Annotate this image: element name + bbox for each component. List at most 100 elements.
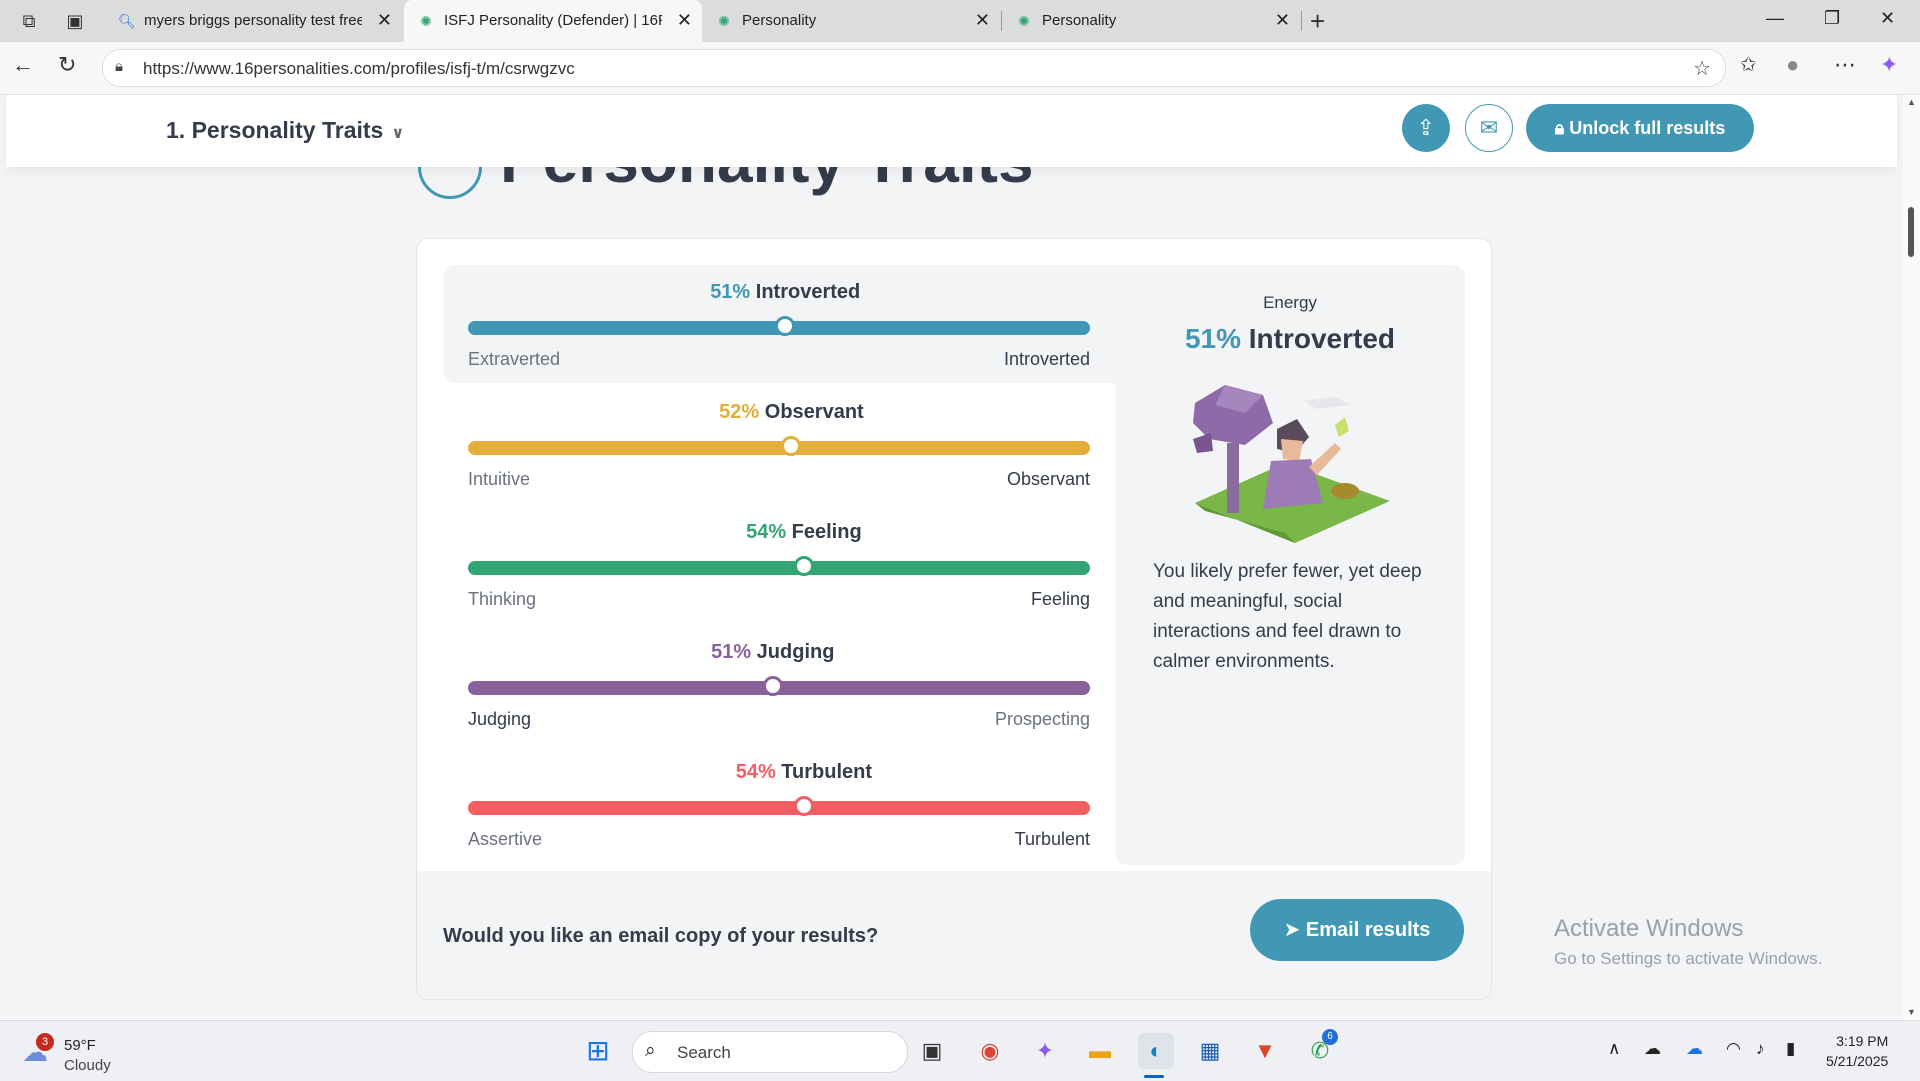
tab-title: ISFJ Personality (Defender) | 16Per — [444, 12, 662, 29]
chrome-icon[interactable]: ◉ — [972, 1033, 1008, 1069]
16p-favicon-icon: ✺ — [420, 13, 432, 29]
trait-bar — [468, 801, 1090, 815]
trait-bar — [468, 561, 1090, 575]
trait-row-introverted[interactable]: 51% Introverted Extraverted Introverted — [443, 265, 1115, 383]
trait-left-pole: Thinking — [468, 589, 537, 609]
trait-row-judging[interactable]: 51% Judging Judging Prospecting — [443, 625, 1115, 743]
battery-icon[interactable]: ▮ — [1786, 1039, 1795, 1059]
profile-avatar-icon[interactable]: ● — [1786, 52, 1799, 78]
close-tab-icon[interactable]: ✕ — [975, 10, 990, 30]
back-icon[interactable]: ← — [12, 52, 34, 78]
address-bar-row: ← ↻ 🔒︎ https://www.16personalities.com/p… — [0, 42, 1920, 95]
windows-taskbar: ☁ 3 59°F Cloudy ⊞ ⌕ Search ▣ ◉ ✦ ▬ ◐ ▦ ▼… — [0, 1020, 1920, 1081]
trait-detail-percent: 51% — [1184, 323, 1241, 354]
start-windows-icon[interactable]: ⊞ — [580, 1033, 616, 1069]
trait-left-pole: Assertive — [468, 829, 543, 849]
vertical-tabs-icon[interactable]: ▣ — [62, 8, 88, 34]
trait-left-pole: Judging — [468, 709, 532, 729]
taskbar-search[interactable]: ⌕ Search — [632, 1031, 908, 1073]
email-results-label: Email results — [1305, 919, 1431, 941]
wifi-icon[interactable]: ◠ — [1726, 1039, 1741, 1059]
favorites-icon[interactable]: ✩ — [1740, 52, 1757, 77]
trait-right-pole: Feeling — [1030, 589, 1090, 609]
close-tab-icon[interactable]: ✕ — [677, 10, 692, 30]
unlock-full-results-button[interactable]: 🔒︎ Unlock full results — [1526, 104, 1754, 152]
email-button[interactable]: ✉ — [1465, 104, 1513, 152]
unlock-label: Unlock full results — [1569, 118, 1726, 138]
trait-name: Judging — [756, 641, 835, 663]
chevron-down-icon: ∨ — [391, 125, 405, 142]
task-view-icon[interactable]: ▣ — [914, 1033, 950, 1069]
email-results-row: Would you like an email copy of your res… — [417, 871, 1491, 999]
show-hidden-icons-icon[interactable]: ∧ — [1608, 1039, 1620, 1059]
url-text: https://www.16personalities.com/profiles… — [143, 59, 575, 78]
trait-row-turbulent[interactable]: 54% Turbulent Assertive Turbulent — [443, 745, 1115, 863]
site-info-icon[interactable]: 🔒︎ — [115, 58, 123, 75]
volume-icon[interactable]: ♪ — [1756, 1039, 1765, 1059]
copilot-icon[interactable]: ✦ — [1027, 1033, 1063, 1069]
scroll-up-arrow-icon[interactable]: ▲ — [1907, 97, 1916, 107]
refresh-icon[interactable]: ↻ — [58, 52, 76, 78]
clock-time: 3:19 PM — [1836, 1033, 1889, 1049]
trait-detail-panel: Energy 51% Introverted You likely prefer… — [1115, 265, 1465, 865]
weather-condition: Cloudy — [64, 1057, 111, 1074]
trait-row-observant[interactable]: 52% Observant Intuitive Observant — [443, 385, 1115, 503]
activate-windows-watermark: Activate Windows Go to Settings to activ… — [1554, 915, 1822, 969]
copilot-icon[interactable]: ✦ — [1880, 52, 1898, 78]
tab-isfj-profile[interactable]: ✺ ISFJ Personality (Defender) | 16Per ✕ — [404, 0, 702, 42]
trait-slider-knob — [793, 796, 814, 816]
trait-description: You likely prefer fewer, yet deep and me… — [1153, 561, 1422, 672]
workspaces-icon[interactable]: ⧉ — [16, 8, 42, 34]
sticky-header: 1. Personality Traits ∨ ⇪ ✉ 🔒︎ Unlock ful… — [6, 95, 1897, 167]
trait-slider-knob — [762, 676, 783, 696]
new-tab-icon[interactable]: + — [1310, 6, 1325, 37]
introvert-illustration — [1193, 385, 1390, 543]
tab-search[interactable]: 🔍︎ myers briggs personality test free ✕ — [104, 0, 402, 42]
trait-detail-heading: 51% Introverted — [1115, 323, 1465, 355]
trait-slider-knob — [775, 316, 796, 336]
trait-right-pole: Observant — [1006, 469, 1090, 489]
section-selector-label: 1. Personality Traits — [166, 117, 384, 143]
watermark-subtitle: Go to Settings to activate Windows. — [1554, 949, 1823, 968]
tab-title: Personality — [1042, 12, 1117, 29]
16p-favicon-icon: ✺ — [718, 13, 730, 29]
trait-name: Observant — [764, 401, 864, 423]
envelope-icon: ✉ — [1479, 115, 1499, 140]
url-field[interactable]: 🔒︎ https://www.16personalities.com/profi… — [102, 49, 1726, 87]
email-results-button[interactable]: ➤ Email results — [1250, 899, 1464, 961]
minimize-icon[interactable]: — — [1766, 8, 1784, 29]
close-tab-icon[interactable]: ✕ — [377, 10, 392, 30]
onedrive-sync-icon[interactable]: ☁ — [1686, 1039, 1703, 1059]
brave-icon[interactable]: ▼ — [1247, 1033, 1283, 1069]
close-window-icon[interactable]: ✕ — [1880, 8, 1895, 29]
traits-card: 51% Introverted Extraverted Introverted 52%… — [416, 238, 1492, 1000]
onedrive-icon[interactable]: ☁ — [1644, 1039, 1661, 1059]
scrollbar-thumb[interactable] — [1908, 207, 1914, 257]
restore-icon[interactable]: ❐ — [1824, 8, 1840, 29]
16p-favicon-icon: ✺ — [1018, 13, 1030, 29]
favorite-star-icon[interactable]: ☆ — [1693, 56, 1711, 81]
tab-personality-2[interactable]: ✺ Personality ✕ — [1002, 0, 1300, 42]
share-button[interactable]: ⇪ — [1402, 104, 1450, 152]
taskbar-search-placeholder: Search — [677, 1043, 731, 1062]
trait-right-pole: Turbulent — [1014, 829, 1090, 849]
send-icon: ➤ — [1283, 919, 1301, 941]
scroll-down-arrow-icon[interactable]: ▼ — [1907, 1007, 1916, 1017]
trait-left-pole: Extraverted — [468, 349, 561, 369]
trait-left-pole: Intuitive — [468, 469, 531, 489]
close-tab-icon[interactable]: ✕ — [1275, 10, 1290, 30]
more-menu-icon[interactable]: ⋯ — [1834, 52, 1856, 78]
page-scrollbar[interactable]: ▲ ▼ — [1903, 95, 1920, 1019]
search-icon: 🔍︎ — [118, 13, 136, 29]
trait-row-feeling[interactable]: 54% Feeling Thinking Feeling — [443, 505, 1115, 623]
file-explorer-icon[interactable]: ▬ — [1082, 1033, 1118, 1069]
trait-percent: 51% — [710, 281, 751, 303]
section-selector[interactable]: 1. Personality Traits ∨ — [166, 117, 404, 144]
edge-icon[interactable]: ◐ — [1138, 1033, 1174, 1069]
tab-personality-1[interactable]: ✺ Personality ✕ — [702, 0, 1000, 42]
system-clock[interactable]: 3:19 PM 5/21/2025 — [1826, 1031, 1888, 1071]
store-icon[interactable]: ▦ — [1192, 1033, 1228, 1069]
trait-slider-knob — [781, 436, 802, 456]
trait-right-pole: Introverted — [1003, 349, 1090, 369]
trait-name: Introverted — [755, 281, 861, 303]
